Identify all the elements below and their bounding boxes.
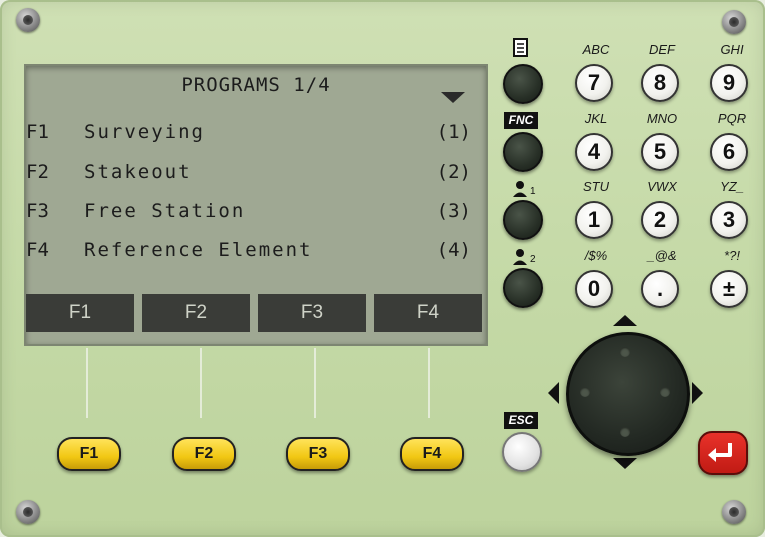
fnc-key[interactable] [503, 132, 543, 172]
menu-item-surveying[interactable]: F1 Surveying (1) [26, 121, 471, 149]
guide-line [428, 348, 430, 418]
nav-down-dot [620, 427, 630, 437]
f2-key[interactable]: F2 [172, 437, 236, 471]
user1-subscript: 1 [530, 186, 536, 197]
fnc-label: FNC [504, 112, 538, 129]
nav-up-dot [620, 347, 630, 357]
guide-line [314, 348, 316, 418]
softkey-f2[interactable]: F2 [142, 294, 250, 332]
f3-key[interactable]: F3 [286, 437, 350, 471]
key-letters: PQR [717, 111, 747, 126]
nav-right-dot [660, 387, 670, 397]
enter-arrow-icon [708, 443, 732, 462]
key-9[interactable]: 9 [710, 64, 748, 102]
esc-key[interactable] [502, 432, 542, 472]
key-letters: STU [583, 179, 609, 194]
softkey-bar: F1 F2 F3 F4 [26, 294, 486, 334]
nav-left-arrow-icon [548, 382, 559, 404]
key-decimal[interactable]: . [641, 270, 679, 308]
enter-key[interactable] [698, 431, 748, 475]
navigation-pad[interactable] [566, 332, 690, 456]
key-letters: MNO [646, 111, 678, 126]
menu-item-label: Reference Element [84, 239, 313, 261]
screw-icon [16, 8, 40, 32]
key-4[interactable]: 4 [575, 133, 613, 171]
key-letters: DEF [649, 42, 675, 57]
key-letters: /$% [584, 248, 608, 263]
f4-key[interactable]: F4 [400, 437, 464, 471]
nav-down-arrow-icon [613, 458, 637, 469]
guide-line [200, 348, 202, 418]
menu-item-number: (2) [436, 161, 471, 183]
key-letters: VWX [647, 179, 677, 194]
menu-item-free-station[interactable]: F3 Free Station (3) [26, 200, 471, 228]
menu-item-number: (1) [436, 121, 471, 143]
key-letters: ABC [582, 42, 610, 57]
softkey-f3[interactable]: F3 [258, 294, 366, 332]
screw-icon [16, 500, 40, 524]
key-6[interactable]: 6 [710, 133, 748, 171]
menu-item-reference-element[interactable]: F4 Reference Element (4) [26, 239, 471, 267]
screw-icon [722, 500, 746, 524]
key-3[interactable]: 3 [710, 201, 748, 239]
lcd-screen: PROGRAMS 1/4 F1 Surveying (1) F2 Stakeou… [24, 64, 488, 346]
key-letters: _@& [647, 248, 677, 263]
page-key[interactable] [503, 64, 543, 104]
menu-item-number: (4) [436, 239, 471, 261]
menu-item-number: (3) [436, 200, 471, 222]
key-letters: GHI [720, 42, 744, 57]
menu-item-key: F4 [26, 239, 49, 261]
user1-key[interactable] [503, 200, 543, 240]
nav-up-arrow-icon [613, 315, 637, 326]
user2-key[interactable] [503, 268, 543, 308]
key-letters: YZ_ [720, 179, 744, 194]
nav-left-dot [580, 387, 590, 397]
page-down-arrow-icon [441, 92, 465, 103]
softkey-f1[interactable]: F1 [26, 294, 134, 332]
menu-item-key: F2 [26, 161, 49, 183]
menu-item-key: F3 [26, 200, 49, 222]
screw-icon [722, 10, 746, 34]
softkey-f4[interactable]: F4 [374, 294, 482, 332]
instrument-keyboard-panel: PROGRAMS 1/4 F1 Surveying (1) F2 Stakeou… [0, 0, 765, 537]
f1-key[interactable]: F1 [57, 437, 121, 471]
key-7[interactable]: 7 [575, 64, 613, 102]
menu-item-stakeout[interactable]: F2 Stakeout (2) [26, 161, 471, 189]
screen-title: PROGRAMS 1/4 [181, 74, 331, 96]
key-0[interactable]: 0 [575, 270, 613, 308]
key-plus-minus[interactable]: ± [710, 270, 748, 308]
nav-right-arrow-icon [692, 382, 703, 404]
key-letters: JKL [584, 111, 608, 126]
menu-item-label: Free Station [84, 200, 246, 222]
guide-line [86, 348, 88, 418]
document-icon [513, 38, 528, 57]
menu-item-label: Surveying [84, 121, 205, 143]
esc-label: ESC [504, 412, 538, 429]
user2-subscript: 2 [530, 254, 536, 265]
key-2[interactable]: 2 [641, 201, 679, 239]
menu-item-key: F1 [26, 121, 49, 143]
key-5[interactable]: 5 [641, 133, 679, 171]
menu-item-label: Stakeout [84, 161, 192, 183]
key-letters: *?! [724, 248, 740, 263]
key-1[interactable]: 1 [575, 201, 613, 239]
key-8[interactable]: 8 [641, 64, 679, 102]
